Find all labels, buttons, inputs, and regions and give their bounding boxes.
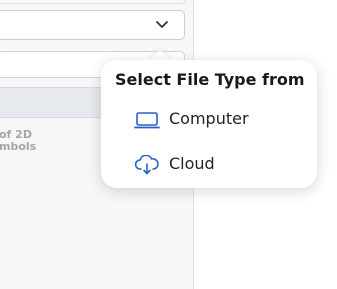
- dropdown-select[interactable]: [0, 10, 185, 40]
- file-type-popover: Select File Type from Computer Cloud: [101, 60, 317, 188]
- top-divider: [0, 0, 186, 4]
- hint-text: of 2D mbols: [0, 128, 37, 153]
- option-cloud[interactable]: Cloud: [101, 147, 317, 181]
- laptop-icon: [134, 112, 160, 129]
- option-cloud-label: Cloud: [169, 154, 215, 173]
- popover-title: Select File Type from: [115, 70, 305, 89]
- cloud-download-icon: [134, 155, 159, 175]
- option-computer-label: Computer: [169, 109, 249, 128]
- chevron-down-icon[interactable]: [154, 16, 170, 32]
- option-computer[interactable]: Computer: [101, 102, 317, 136]
